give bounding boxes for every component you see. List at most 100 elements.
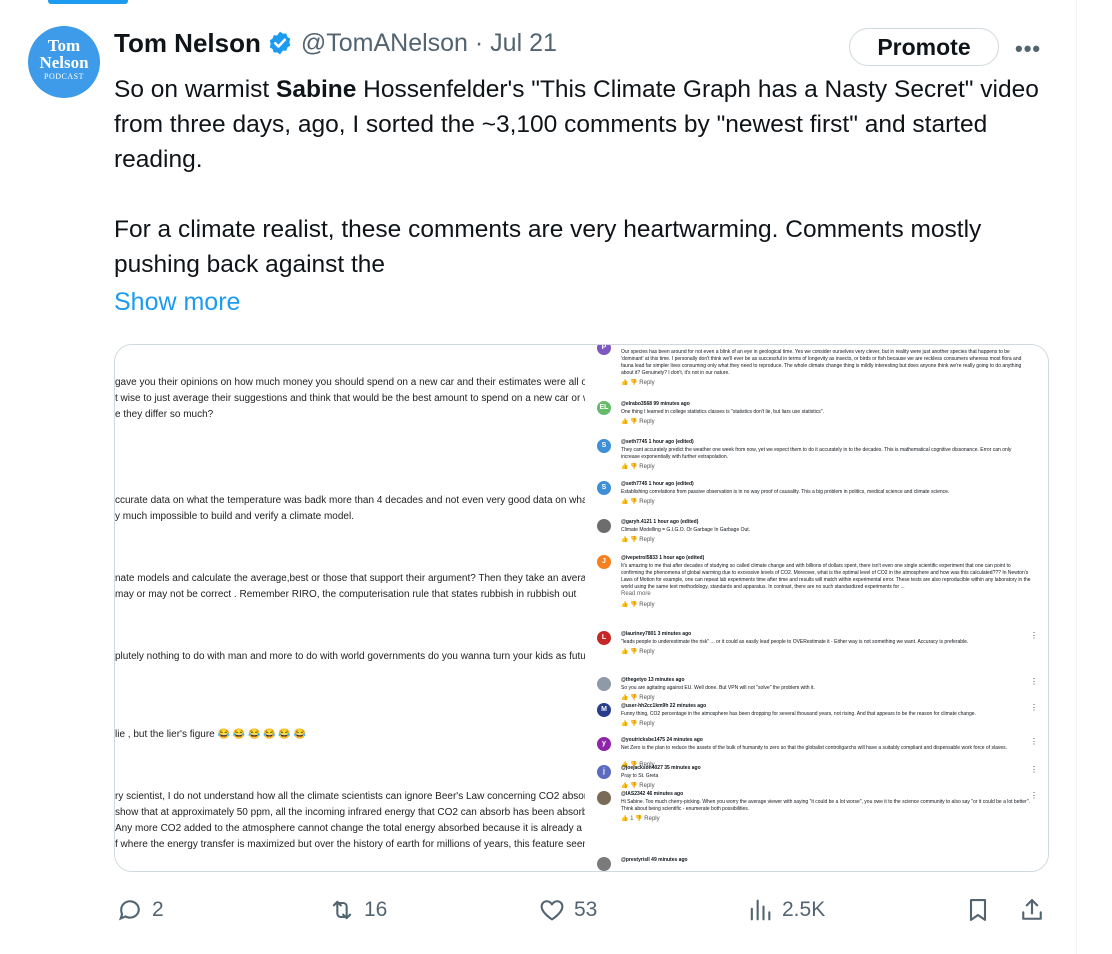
read-more-link[interactable]: Read more bbox=[621, 591, 651, 597]
comment-text: It's amazing to me that after decades of… bbox=[621, 563, 1031, 590]
comment-menu-icon[interactable]: ⋮ bbox=[1030, 765, 1038, 774]
comment-menu-icon[interactable]: ⋮ bbox=[1030, 631, 1038, 640]
more-options-icon[interactable]: ••• bbox=[1015, 36, 1041, 62]
comment-handle[interactable]: @thegetyo 13 minutes ago bbox=[621, 677, 685, 683]
comment-actions[interactable]: 👍 👎 Reply bbox=[621, 418, 655, 425]
left-comment-line: t wise to just average their suggestions… bbox=[115, 393, 585, 404]
reply-count: 2 bbox=[152, 898, 164, 921]
comment-handle[interactable]: @user-hh2cc1km9h 22 minutes ago bbox=[621, 703, 706, 709]
repost-icon bbox=[332, 900, 352, 920]
avatar-line-2: Nelson bbox=[39, 53, 89, 72]
comment-text: Pray to St. Greta bbox=[621, 773, 659, 779]
tweet-text: So on warmist Sabine Hossenfelder's "Thi… bbox=[114, 72, 1044, 282]
comment-avatar[interactable]: EL bbox=[597, 401, 611, 415]
attached-image[interactable]: gave you their opinions on how much mone… bbox=[114, 344, 1049, 872]
comment-text: Climate Modelling = G.I.G.O. Or Garbage … bbox=[621, 527, 751, 533]
comment-text: Establishing correlations from passive o… bbox=[621, 489, 950, 495]
comment-actions[interactable]: 👍 👎 Reply bbox=[621, 782, 655, 789]
comment-handle[interactable]: @joejackson4027 35 minutes ago bbox=[621, 765, 701, 771]
left-comment-line: ccurate data on what the temperature was… bbox=[115, 495, 585, 506]
comment-avatar[interactable]: J bbox=[597, 555, 611, 569]
comment-text: So you are agitating against EU. Well do… bbox=[621, 685, 815, 691]
avatar-line-3: PODCAST bbox=[44, 72, 84, 81]
comment-actions[interactable]: 👍 👎 Reply bbox=[621, 498, 655, 505]
share-button[interactable] bbox=[1018, 896, 1046, 924]
comment-actions[interactable]: 👍 👎 Reply bbox=[621, 536, 655, 543]
promote-button[interactable]: Promote bbox=[849, 28, 999, 66]
comment-actions[interactable]: 👍 👎 Reply bbox=[621, 720, 655, 727]
bookmark-button[interactable] bbox=[964, 896, 992, 924]
comment-actions[interactable]: 👍 👎 Reply bbox=[621, 694, 655, 701]
comment-actions[interactable]: 👍 👎 Reply bbox=[621, 379, 655, 386]
comment-handle[interactable]: @ivepetrol5833 1 hour ago (edited) bbox=[621, 555, 704, 561]
comment-text: Net Zero is the plan to reduce the asset… bbox=[621, 745, 1008, 751]
comment-avatar[interactable]: P bbox=[597, 345, 611, 355]
tweet-text-segment: So on warmist bbox=[114, 76, 277, 103]
left-comment-line: nate models and calculate the average,be… bbox=[115, 573, 585, 584]
share-icon bbox=[1022, 899, 1042, 920]
comment-avatar[interactable] bbox=[597, 519, 611, 533]
comment-handle[interactable]: @prestyrisll 49 minutes ago bbox=[621, 857, 688, 863]
tweet-paragraph-1: So on warmist Sabine Hossenfelder's "Thi… bbox=[114, 72, 1044, 177]
left-comment-line: plutely nothing to do with man and more … bbox=[115, 651, 585, 662]
comment-actions[interactable]: 👍 👎 Reply bbox=[621, 648, 655, 655]
comment-menu-icon[interactable]: ⋮ bbox=[1030, 791, 1038, 800]
left-comment-line: may or may not be correct . Remember RIR… bbox=[115, 589, 577, 600]
comment-text: Our species has been around for not even… bbox=[621, 349, 1022, 376]
comment-text: "leads people to underestimate the risk"… bbox=[621, 639, 969, 645]
comment-handle[interactable]: @elrabo3568 99 minutes ago bbox=[621, 401, 690, 407]
comment-avatar[interactable]: M bbox=[597, 703, 611, 717]
left-comment-line: e they differ so much? bbox=[115, 409, 214, 420]
comment-menu-icon[interactable]: ⋮ bbox=[1030, 703, 1038, 712]
column-divider bbox=[1076, 0, 1077, 954]
views-button[interactable]: 2.5K bbox=[746, 896, 825, 924]
left-comment-line: gave you their opinions on how much mone… bbox=[115, 377, 585, 388]
tweet-text-bold: Sabine bbox=[276, 76, 357, 103]
repost-button[interactable]: 16 bbox=[328, 896, 387, 924]
author-name[interactable]: Tom Nelson bbox=[114, 28, 261, 59]
top-accent-bar bbox=[48, 0, 128, 4]
like-count: 53 bbox=[574, 898, 598, 921]
comment-handle[interactable]: @garyh.4121 1 hour ago (edited) bbox=[621, 519, 698, 525]
left-comment-line: Any more CO2 added to the atmosphere can… bbox=[115, 823, 582, 834]
comment-handle[interactable]: @youtricksbe1475 24 minutes ago bbox=[621, 737, 703, 743]
tweet-header: Tom Nelson @TomANelson · Jul 21 bbox=[114, 26, 557, 60]
tweet-actions-bar: 2 16 53 2.5K bbox=[0, 892, 1076, 932]
reply-icon bbox=[118, 900, 140, 921]
heart-icon bbox=[540, 900, 564, 921]
comment-avatar[interactable] bbox=[597, 857, 611, 871]
left-comment-line: f where the energy transfer is maximized… bbox=[115, 839, 585, 850]
comment-text: Hi Sabine. Too much cherry-picking. When… bbox=[621, 799, 1030, 812]
image-left-comments-text: gave you their opinions on how much mone… bbox=[115, 345, 585, 871]
comment-text: They cant accurately predict the weather… bbox=[621, 447, 1012, 460]
comment-avatar[interactable]: y bbox=[597, 737, 611, 751]
reply-button[interactable]: 2 bbox=[116, 896, 164, 924]
like-button[interactable]: 53 bbox=[538, 896, 597, 924]
comment-avatar[interactable]: L bbox=[597, 631, 611, 645]
comment-menu-icon[interactable]: ⋮ bbox=[1030, 677, 1038, 686]
comment-actions[interactable]: 👍 👎 Reply bbox=[621, 463, 655, 470]
comment-handle[interactable]: @IAS2342 46 minutes ago bbox=[621, 791, 683, 797]
show-more-link[interactable]: Show more bbox=[114, 288, 240, 317]
comment-handle[interactable]: @seth7745 1 hour ago (edited) bbox=[621, 481, 694, 487]
comment-avatar[interactable]: j bbox=[597, 765, 611, 779]
left-comment-line: y much impossible to build and verify a … bbox=[115, 511, 354, 522]
bookmark-icon bbox=[969, 899, 987, 921]
comment-avatar[interactable] bbox=[597, 791, 611, 805]
comment-avatar[interactable]: S bbox=[597, 481, 611, 495]
comment-actions[interactable]: 👍 1 👎 Reply bbox=[621, 815, 660, 822]
comment-text: Funny thing, CO2 percentage in the atmos… bbox=[621, 711, 976, 717]
comment-actions[interactable]: 👍 👎 Reply bbox=[621, 601, 655, 608]
avatar[interactable]: Tom Nelson PODCAST bbox=[28, 26, 100, 98]
verified-badge-icon bbox=[269, 31, 291, 55]
comment-avatar[interactable] bbox=[597, 677, 611, 691]
comment-text: One thing I learned in college statistic… bbox=[621, 409, 824, 415]
left-comment-line: show that at approximately 50 ppm, all t… bbox=[115, 807, 585, 818]
handle-and-date[interactable]: @TomANelson · Jul 21 bbox=[301, 29, 557, 58]
tweet-paragraph-2: For a climate realist, these comments ar… bbox=[114, 216, 982, 278]
views-chart-icon bbox=[750, 899, 771, 921]
comment-avatar[interactable]: S bbox=[597, 439, 611, 453]
comment-handle[interactable]: @lauriney7801 3 minutes ago bbox=[621, 631, 691, 637]
comment-handle[interactable]: @seth7745 1 hour ago (edited) bbox=[621, 439, 694, 445]
comment-menu-icon[interactable]: ⋮ bbox=[1030, 737, 1038, 746]
